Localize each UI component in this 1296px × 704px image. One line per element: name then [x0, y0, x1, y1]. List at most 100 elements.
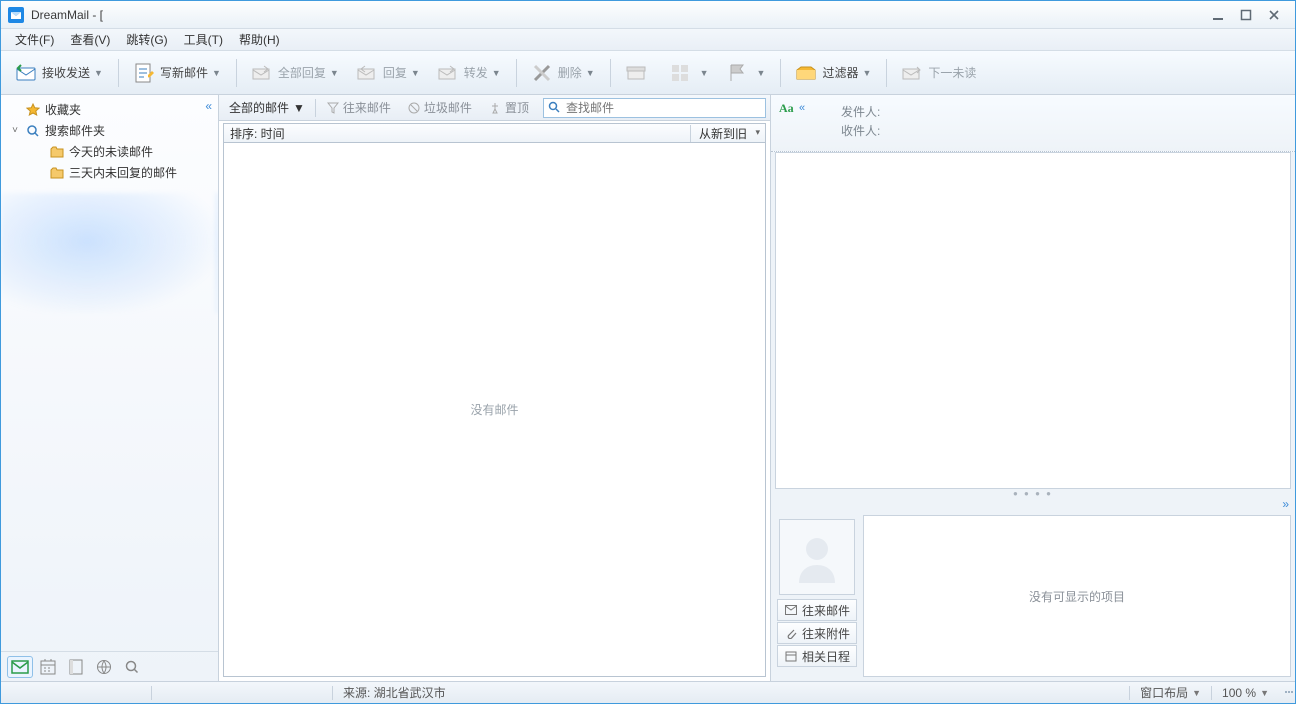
- from-label: 发件人:: [841, 105, 880, 119]
- maximize-button[interactable]: [1237, 8, 1255, 22]
- separator: [780, 59, 781, 87]
- star-icon: [25, 102, 41, 118]
- collapse-sidebar-icon[interactable]: «: [205, 99, 212, 113]
- close-button[interactable]: [1265, 8, 1283, 22]
- splitter[interactable]: ● ● ● ●: [771, 489, 1295, 497]
- delete-button[interactable]: 删除 ▼: [523, 57, 602, 89]
- archive-button[interactable]: [617, 57, 659, 89]
- filter-all-mail-label: 全部的邮件: [229, 99, 289, 116]
- sort-order[interactable]: 从新到旧: [690, 125, 765, 142]
- dropdown-icon: ▼: [293, 101, 305, 115]
- window-title: DreamMail - [: [31, 8, 1209, 22]
- menu-file[interactable]: 文件(F): [9, 29, 60, 50]
- filter-bar: 全部的邮件 ▼ 往来邮件 垃圾邮件 置顶: [219, 95, 770, 121]
- filter-button[interactable]: 过滤器 ▼: [787, 57, 878, 89]
- status-source: 来源: 湖北省武汉市: [333, 682, 1129, 703]
- menu-goto[interactable]: 跳转(G): [120, 29, 173, 50]
- folder-icon: [49, 165, 65, 181]
- menu-help[interactable]: 帮助(H): [233, 29, 286, 50]
- menu-bar: 文件(F) 查看(V) 跳转(G) 工具(T) 帮助(H): [1, 29, 1295, 51]
- flag-button[interactable]: ▼: [718, 57, 773, 89]
- reply-all-label: 全部回复: [278, 64, 326, 81]
- separator: [236, 59, 237, 87]
- search-input[interactable]: [566, 101, 761, 115]
- filter-correspondence[interactable]: 往来邮件: [320, 98, 397, 118]
- resize-grip[interactable]: [1279, 691, 1295, 695]
- sort-label: 排序: 时间: [224, 125, 690, 142]
- forward-label: 转发: [464, 64, 488, 81]
- reply-button[interactable]: 回复 ▼: [348, 57, 427, 89]
- next-unread-icon: [900, 61, 924, 85]
- mail-list: 没有邮件: [223, 143, 766, 677]
- tree-item-label: 三天内未回复的邮件: [69, 164, 177, 181]
- sidebar-tabs: [1, 651, 218, 681]
- dropdown-icon: ▼: [700, 68, 709, 78]
- related-items: 没有可显示的项目: [863, 515, 1291, 677]
- forward-icon: [436, 61, 460, 85]
- separator: [516, 59, 517, 87]
- flag-icon: [725, 61, 749, 85]
- sidebar-tab-web[interactable]: [91, 656, 117, 678]
- sort-bar[interactable]: 排序: 时间 从新到旧: [223, 123, 766, 143]
- title-bar: DreamMail - [: [1, 1, 1295, 29]
- tree-favorites[interactable]: 收藏夹: [1, 99, 218, 120]
- text-size-icon[interactable]: Aa: [779, 101, 794, 116]
- separator: [610, 59, 611, 87]
- tree-item-today-unread[interactable]: 今天的未读邮件: [1, 141, 218, 162]
- receive-send-button[interactable]: 接收发送 ▼: [7, 57, 110, 89]
- search-icon: [548, 101, 562, 115]
- contact-tab-schedule[interactable]: 相关日程: [777, 645, 857, 667]
- filter-pin-label: 置顶: [505, 99, 529, 116]
- tree-search-folder[interactable]: ˅ 搜索邮件夹: [1, 120, 218, 141]
- filter-icon: [794, 61, 818, 85]
- search-folder-icon: [25, 123, 41, 139]
- expand-bottom-icon[interactable]: »: [771, 497, 1295, 511]
- filter-correspondence-label: 往来邮件: [343, 99, 391, 116]
- filter-label: 过滤器: [822, 64, 858, 81]
- status-layout[interactable]: 窗口布局 ▼: [1130, 682, 1211, 703]
- filter-junk[interactable]: 垃圾邮件: [401, 98, 478, 118]
- filter-all-mail[interactable]: 全部的邮件 ▼: [223, 98, 311, 118]
- to-row: 收件人:: [841, 122, 1285, 139]
- sidebar-tab-notes[interactable]: [63, 656, 89, 678]
- contact-tab-mail-label: 往来邮件: [802, 602, 850, 619]
- sidebar-tab-search[interactable]: [119, 656, 145, 678]
- search-box[interactable]: [543, 98, 766, 118]
- dropdown-icon: ▼: [757, 68, 766, 78]
- dropdown-icon: ▼: [411, 68, 420, 78]
- minimize-button[interactable]: [1209, 8, 1227, 22]
- app-icon: [7, 6, 25, 24]
- filter-pin[interactable]: 置顶: [482, 98, 535, 118]
- junk-icon: [407, 101, 421, 115]
- status-zoom[interactable]: 100 % ▼: [1212, 682, 1279, 703]
- collapse-header-icon[interactable]: «: [799, 102, 805, 114]
- menu-tools[interactable]: 工具(T): [178, 29, 229, 50]
- contact-tab-attach[interactable]: 往来附件: [777, 622, 857, 644]
- receive-send-icon: [14, 61, 38, 85]
- reply-all-button[interactable]: 全部回复 ▼: [243, 57, 346, 89]
- contact-tab-mail[interactable]: 往来邮件: [777, 599, 857, 621]
- category-icon: [668, 61, 692, 85]
- contact-tab-attach-label: 往来附件: [802, 625, 850, 642]
- delete-label: 删除: [558, 64, 582, 81]
- attachment-icon: [784, 626, 798, 640]
- next-unread-label: 下一未读: [928, 64, 976, 81]
- category-button[interactable]: ▼: [661, 57, 716, 89]
- sidebar-tab-mail[interactable]: [7, 656, 33, 678]
- reply-all-icon: [250, 61, 274, 85]
- compose-button[interactable]: 写新邮件 ▼: [125, 57, 228, 89]
- forward-button[interactable]: 转发 ▼: [429, 57, 508, 89]
- pin-icon: [488, 101, 502, 115]
- from-row: 发件人:: [841, 103, 1285, 120]
- next-unread-button[interactable]: 下一未读: [893, 57, 983, 89]
- toolbar: 接收发送 ▼ 写新邮件 ▼ 全部回复 ▼ 回复 ▼ 转发 ▼ 删除: [1, 51, 1295, 95]
- tree-item-unreplied[interactable]: 三天内未回复的邮件: [1, 162, 218, 183]
- sidebar-tab-calendar[interactable]: [35, 656, 61, 678]
- status-bar: 来源: 湖北省武汉市 窗口布局 ▼ 100 % ▼: [1, 681, 1295, 703]
- folder-tree: « 收藏夹 ˅ 搜索邮件夹 今天的未读邮件 三天内未回复的邮件: [1, 95, 218, 651]
- filter-junk-label: 垃圾邮件: [424, 99, 472, 116]
- status-progress: [152, 682, 332, 703]
- tree-search-folder-label: 搜索邮件夹: [45, 122, 105, 139]
- menu-view[interactable]: 查看(V): [64, 29, 116, 50]
- expand-icon[interactable]: ˅: [9, 125, 21, 136]
